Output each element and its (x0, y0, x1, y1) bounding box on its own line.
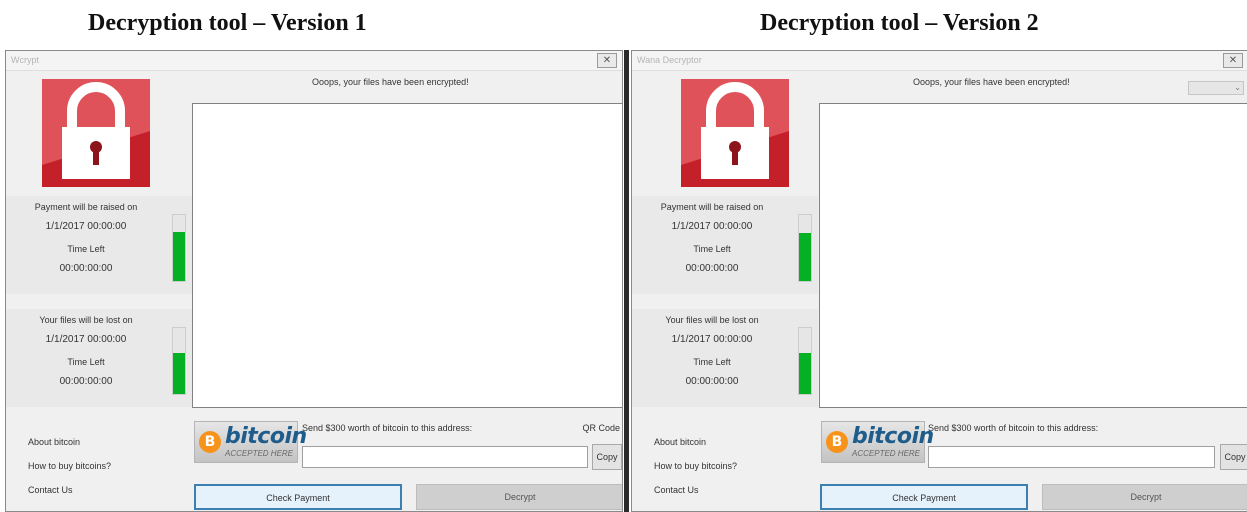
payment-raise-label: Payment will be raised on (660, 202, 764, 212)
time-left-label: Time Left (67, 244, 105, 254)
screenshot-divider (624, 50, 629, 512)
window-title: Wana Decryptor (637, 55, 702, 65)
help-links: About bitcoin How to buy bitcoins? Conta… (28, 437, 111, 509)
time-left-value: 00:00:00:00 (685, 376, 739, 387)
title-bar[interactable]: Wana Decryptor ✕ (632, 51, 1247, 71)
files-lost-label: Your files will be lost on (665, 315, 759, 325)
title-bar[interactable]: Wcrypt ✕ (6, 51, 622, 71)
message-textbox[interactable] (819, 103, 1247, 408)
close-button[interactable]: ✕ (1223, 53, 1243, 68)
how-to-buy-link[interactable]: How to buy bitcoins? (654, 461, 737, 485)
message-textbox[interactable] (192, 103, 622, 408)
check-payment-button[interactable]: Check Payment (820, 484, 1028, 510)
progress-fill (173, 231, 185, 281)
bitcoin-accepted-text: ACCEPTED HERE (852, 449, 921, 458)
header-message: Ooops, your files have been encrypted! (312, 77, 469, 87)
send-instruction: Send $300 worth of bitcoin to this addre… (928, 423, 1099, 433)
copy-button[interactable]: Copy (592, 444, 622, 470)
time-left-label: Time Left (693, 244, 731, 254)
how-to-buy-link[interactable]: How to buy bitcoins? (28, 461, 111, 485)
progress-fill (799, 233, 811, 281)
bitcoin-wordmark: bitcoin (225, 424, 307, 449)
payment-raise-box: Payment will be raised on 1/1/2017 00:00… (6, 196, 192, 294)
decryptor-window-v1: Wcrypt ✕ Ooops, your files have been enc… (5, 50, 623, 512)
bitcoin-logo: B bitcoin ACCEPTED HERE (821, 421, 934, 463)
payment-progress-bar (172, 214, 186, 282)
bitcoin-accepted-text: ACCEPTED HERE (225, 449, 294, 458)
contact-us-link[interactable]: Contact Us (654, 485, 737, 509)
bitcoin-address-field[interactable] (302, 446, 588, 468)
files-lost-date: 1/1/2017 00:00:00 (45, 334, 127, 345)
files-lost-label: Your files will be lost on (39, 315, 133, 325)
lost-progress-bar (798, 327, 812, 395)
decryptor-window-v2: Wana Decryptor ✕ Ooops, your files have … (631, 50, 1247, 512)
bitcoin-address-field[interactable] (928, 446, 1215, 468)
language-dropdown[interactable]: ⌄ (1188, 81, 1244, 95)
lost-progress-bar (172, 327, 186, 395)
time-left-label: Time Left (693, 357, 731, 367)
payment-raise-date: 1/1/2017 00:00:00 (45, 221, 127, 232)
bitcoin-coin-icon: B (199, 431, 221, 453)
payment-raise-box: Payment will be raised on 1/1/2017 00:00… (632, 196, 818, 294)
caption-version-1: Decryption tool – Version 1 (88, 10, 367, 36)
time-left-value: 00:00:00:00 (59, 376, 113, 387)
about-bitcoin-link[interactable]: About bitcoin (654, 437, 737, 461)
contact-us-link[interactable]: Contact Us (28, 485, 111, 509)
qr-code-link[interactable]: QR Code (582, 423, 620, 433)
bitcoin-wordmark: bitcoin (852, 424, 934, 449)
header-message: Ooops, your files have been encrypted! (913, 77, 1070, 87)
close-button[interactable]: ✕ (597, 53, 617, 68)
progress-fill (173, 353, 185, 394)
send-instruction: Send $300 worth of bitcoin to this addre… (302, 423, 473, 433)
help-links: About bitcoin How to buy bitcoins? Conta… (654, 437, 737, 509)
payment-progress-bar (798, 214, 812, 282)
time-left-value: 00:00:00:00 (59, 263, 113, 274)
time-left-value: 00:00:00:00 (685, 263, 739, 274)
bitcoin-coin-icon: B (826, 431, 848, 453)
files-lost-box: Your files will be lost on 1/1/2017 00:0… (632, 309, 818, 407)
bitcoin-logo: B bitcoin ACCEPTED HERE (194, 421, 307, 463)
caption-version-2: Decryption tool – Version 2 (760, 10, 1039, 36)
padlock-icon (42, 79, 150, 187)
time-left-label: Time Left (67, 357, 105, 367)
padlock-icon (681, 79, 789, 187)
window-title: Wcrypt (11, 55, 39, 65)
about-bitcoin-link[interactable]: About bitcoin (28, 437, 111, 461)
files-lost-date: 1/1/2017 00:00:00 (671, 334, 753, 345)
files-lost-box: Your files will be lost on 1/1/2017 00:0… (6, 309, 192, 407)
progress-fill (799, 353, 811, 394)
copy-button[interactable]: Copy (1220, 444, 1247, 470)
decrypt-button[interactable]: Decrypt (1042, 484, 1247, 510)
payment-raise-date: 1/1/2017 00:00:00 (671, 221, 753, 232)
payment-raise-label: Payment will be raised on (34, 202, 138, 212)
decrypt-button[interactable]: Decrypt (416, 484, 622, 510)
check-payment-button[interactable]: Check Payment (194, 484, 402, 510)
